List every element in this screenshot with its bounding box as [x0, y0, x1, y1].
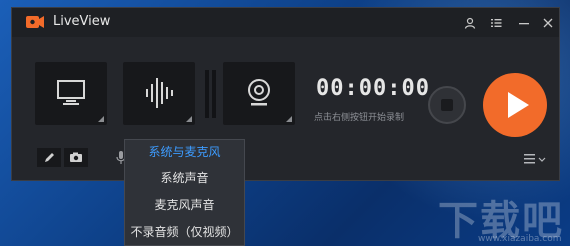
recording-timer: 00:00:00 [316, 76, 430, 101]
close-icon[interactable] [539, 14, 557, 32]
list-icon[interactable] [487, 14, 505, 32]
watermark-url: www.xiazaiba.com [478, 234, 562, 244]
play-icon [508, 92, 529, 118]
tile-options-corner[interactable] [98, 116, 104, 122]
pencil-icon [45, 153, 54, 162]
webcam-icon [248, 79, 270, 106]
app-logo-icon [26, 16, 44, 28]
minimize-icon[interactable] [515, 14, 533, 32]
camera-source-tile[interactable] [223, 62, 295, 125]
record-start-button[interactable] [483, 73, 547, 137]
audio-option-mic[interactable]: 麦克风声音 [125, 193, 244, 217]
stop-button[interactable] [428, 86, 466, 124]
audio-level-bar-left [205, 70, 209, 118]
tile-options-corner[interactable] [186, 116, 192, 122]
title-bar: LiveView [12, 8, 559, 37]
tile-options-corner[interactable] [286, 116, 292, 122]
audio-option-system-and-mic[interactable]: 系统与麦克风 [125, 140, 244, 164]
monitor-icon [57, 80, 85, 105]
stop-icon [441, 99, 453, 111]
pen-button[interactable] [37, 148, 61, 167]
audio-option-system[interactable]: 系统声音 [125, 166, 244, 190]
audio-option-none[interactable]: 不录音频（仅视频） [125, 220, 244, 244]
menu-chevron-icon [524, 154, 546, 164]
camera-icon [70, 152, 82, 162]
audio-source-tile[interactable] [123, 62, 195, 125]
record-hint: 点击右侧按钮开始录制 [314, 113, 405, 123]
audio-source-menu: 系统与麦克风 系统声音 麦克风声音 不录音频（仅视频） [124, 139, 245, 246]
audio-level-bar-right [212, 70, 216, 118]
settings-menu-button[interactable] [524, 153, 548, 168]
screen-source-tile[interactable] [35, 62, 107, 125]
user-icon[interactable] [461, 14, 479, 32]
app-title: LiveView [53, 14, 111, 29]
screenshot-button[interactable] [64, 148, 88, 167]
audio-wave-icon [146, 78, 173, 108]
